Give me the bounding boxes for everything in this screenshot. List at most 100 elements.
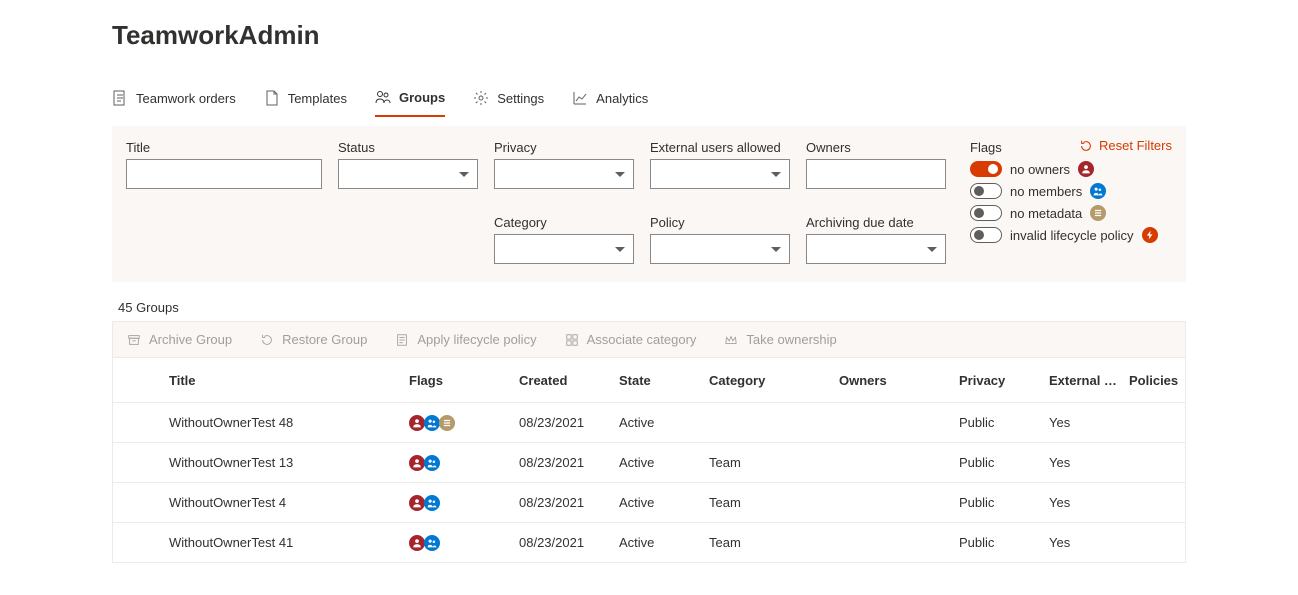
- flag-name: invalid lifecycle policy: [1010, 228, 1134, 243]
- filter-panel: Title Status Privacy External users allo…: [112, 126, 1186, 282]
- flag-badge-icon: [409, 535, 425, 551]
- filter-owners-label: Owners: [806, 140, 946, 155]
- filter-title-label: Title: [126, 140, 322, 155]
- filter-policy-select[interactable]: [650, 234, 790, 264]
- flag-badge-icon: [424, 415, 440, 431]
- tab-settings[interactable]: Settings: [473, 81, 544, 117]
- flag-toggle[interactable]: [970, 227, 1002, 243]
- tab-groups[interactable]: Groups: [375, 81, 445, 117]
- archive-icon: [127, 333, 141, 347]
- tab-label: Teamwork orders: [136, 91, 236, 106]
- flag-toggle[interactable]: [970, 161, 1002, 177]
- flag-badge-icon: [409, 455, 425, 471]
- flag-badge-icon: [1090, 183, 1106, 199]
- flags-column: Flags no ownersno membersno metadatainva…: [970, 140, 1158, 264]
- cell-category: Team: [703, 495, 833, 510]
- tab-bar: Teamwork orders Templates Groups Setting…: [112, 75, 1186, 118]
- gear-icon: [473, 90, 489, 106]
- cell-title: WithoutOwnerTest 13: [163, 455, 403, 470]
- flag-name: no owners: [1010, 162, 1070, 177]
- col-policies[interactable]: Policies: [1123, 373, 1191, 388]
- col-flags[interactable]: Flags: [403, 373, 513, 388]
- tab-analytics[interactable]: Analytics: [572, 81, 648, 117]
- groups-table: Title Flags Created State Category Owner…: [112, 357, 1186, 563]
- col-privacy[interactable]: Privacy: [953, 373, 1043, 388]
- flag-badge-icon: [439, 415, 455, 431]
- reset-label: Reset Filters: [1099, 138, 1172, 153]
- col-title[interactable]: Title: [163, 373, 403, 388]
- flag-badge-icon: [409, 495, 425, 511]
- flag-toggle-row: no members: [970, 183, 1158, 199]
- flag-toggle[interactable]: [970, 183, 1002, 199]
- cmd-label: Apply lifecycle policy: [417, 332, 536, 347]
- group-count: 45 Groups: [118, 300, 1186, 315]
- cell-external: Yes: [1043, 495, 1123, 510]
- flag-toggle-row: no owners: [970, 161, 1158, 177]
- filter-category-select[interactable]: [494, 234, 634, 264]
- cell-title: WithoutOwnerTest 41: [163, 535, 403, 550]
- reset-filters-button[interactable]: Reset Filters: [1079, 138, 1172, 153]
- flag-badge-icon: [424, 495, 440, 511]
- cmd-apply-policy[interactable]: Apply lifecycle policy: [395, 332, 536, 347]
- tab-label: Analytics: [596, 91, 648, 106]
- filter-owners-input[interactable]: [806, 159, 946, 189]
- cmd-label: Take ownership: [746, 332, 836, 347]
- cell-category: Team: [703, 535, 833, 550]
- filter-archiving-select[interactable]: [806, 234, 946, 264]
- filter-privacy-select[interactable]: [494, 159, 634, 189]
- cell-privacy: Public: [953, 495, 1043, 510]
- crown-icon: [724, 333, 738, 347]
- table-row[interactable]: WithoutOwnerTest 4108/23/2021ActiveTeamP…: [113, 522, 1185, 562]
- cmd-restore-group[interactable]: Restore Group: [260, 332, 367, 347]
- cmd-label: Associate category: [587, 332, 697, 347]
- table-header: Title Flags Created State Category Owner…: [113, 358, 1185, 402]
- cmd-archive-group[interactable]: Archive Group: [127, 332, 232, 347]
- cell-created: 08/23/2021: [513, 535, 613, 550]
- table-row[interactable]: WithoutOwnerTest 408/23/2021ActiveTeamPu…: [113, 482, 1185, 522]
- col-state[interactable]: State: [613, 373, 703, 388]
- filter-external-label: External users allowed: [650, 140, 790, 155]
- col-external[interactable]: External …: [1043, 373, 1123, 388]
- table-row[interactable]: WithoutOwnerTest 4808/23/2021ActivePubli…: [113, 402, 1185, 442]
- flag-toggle-row: no metadata: [970, 205, 1158, 221]
- cell-external: Yes: [1043, 415, 1123, 430]
- col-owners[interactable]: Owners: [833, 373, 953, 388]
- tab-templates[interactable]: Templates: [264, 81, 347, 117]
- page-title: TeamworkAdmin: [112, 20, 1298, 51]
- tab-label: Templates: [288, 91, 347, 106]
- cell-external: Yes: [1043, 535, 1123, 550]
- flag-badge-icon: [1090, 205, 1106, 221]
- table-row[interactable]: WithoutOwnerTest 1308/23/2021ActiveTeamP…: [113, 442, 1185, 482]
- cell-flags: [403, 455, 513, 471]
- reset-icon: [1079, 139, 1093, 153]
- tab-label: Settings: [497, 91, 544, 106]
- cmd-associate-category[interactable]: Associate category: [565, 332, 697, 347]
- filter-archiving-label: Archiving due date: [806, 215, 946, 230]
- flag-toggle[interactable]: [970, 205, 1002, 221]
- cell-state: Active: [613, 495, 703, 510]
- flag-name: no members: [1010, 184, 1082, 199]
- policy-icon: [395, 333, 409, 347]
- tab-label: Groups: [399, 90, 445, 105]
- col-category[interactable]: Category: [703, 373, 833, 388]
- cell-flags: [403, 535, 513, 551]
- filter-title-input[interactable]: [126, 159, 322, 189]
- cell-flags: [403, 415, 513, 431]
- cell-privacy: Public: [953, 415, 1043, 430]
- restore-icon: [260, 333, 274, 347]
- cmd-take-ownership[interactable]: Take ownership: [724, 332, 836, 347]
- filter-status-select[interactable]: [338, 159, 478, 189]
- filter-external-select[interactable]: [650, 159, 790, 189]
- flag-badge-icon: [424, 535, 440, 551]
- tab-teamwork-orders[interactable]: Teamwork orders: [112, 81, 236, 117]
- col-created[interactable]: Created: [513, 373, 613, 388]
- filter-category-label: Category: [494, 215, 634, 230]
- filter-status-label: Status: [338, 140, 478, 155]
- category-icon: [565, 333, 579, 347]
- cell-state: Active: [613, 415, 703, 430]
- cell-title: WithoutOwnerTest 4: [163, 495, 403, 510]
- flag-badge-icon: [1142, 227, 1158, 243]
- filter-privacy-label: Privacy: [494, 140, 634, 155]
- cmd-label: Archive Group: [149, 332, 232, 347]
- cell-created: 08/23/2021: [513, 455, 613, 470]
